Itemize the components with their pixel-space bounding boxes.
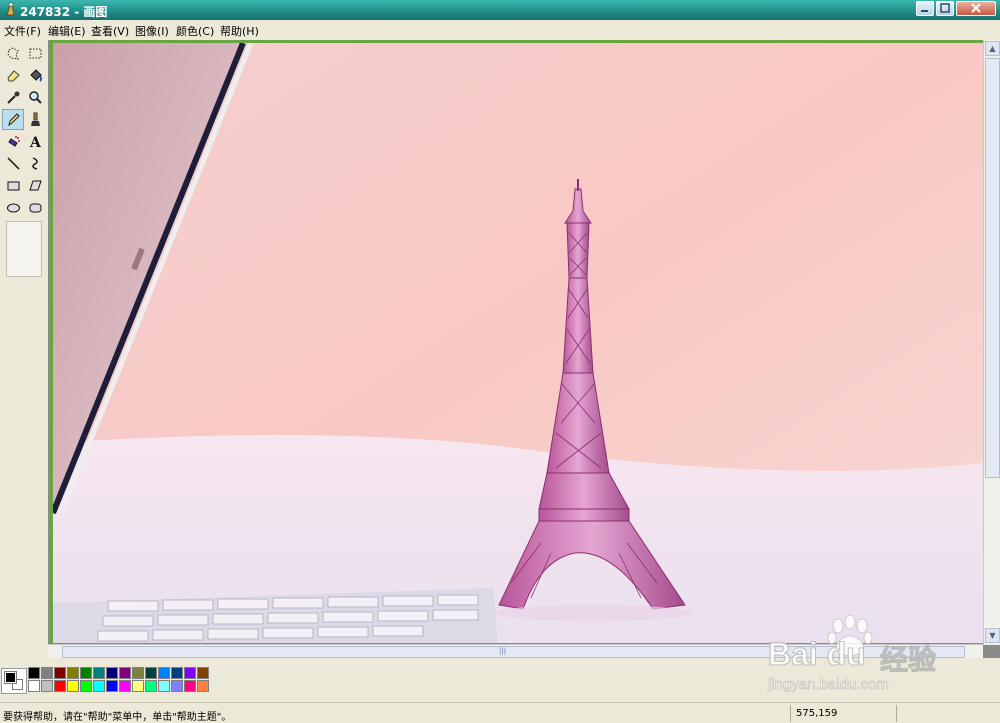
palette-swatch[interactable]	[41, 667, 53, 679]
color-picker-tool[interactable]	[2, 87, 24, 108]
palette-swatch[interactable]	[93, 680, 105, 692]
airbrush-icon	[7, 136, 20, 147]
baidu-jingyan-watermark: Bai du 经验 jingyan.baidu.com	[768, 612, 978, 708]
polygon-icon	[28, 180, 42, 191]
scroll-up-icon[interactable]: ▲	[985, 41, 1000, 56]
palette-swatch[interactable]	[93, 667, 105, 679]
palette-swatch[interactable]	[119, 667, 131, 679]
color-picker-icon	[6, 91, 19, 104]
palette-swatch[interactable]	[119, 680, 131, 692]
palette-swatch[interactable]	[67, 667, 79, 679]
magnifier-tool[interactable]	[24, 87, 46, 108]
free-form-select-icon	[6, 47, 19, 60]
pencil-icon	[7, 113, 20, 127]
rectangle-icon	[7, 181, 19, 191]
rect-select-tool[interactable]	[24, 43, 46, 64]
foreground-color-swatch	[5, 672, 16, 683]
watermark-url: jingyan.baidu.com	[768, 676, 890, 694]
vertical-scroll-thumb[interactable]	[985, 58, 1000, 478]
line-icon	[6, 157, 20, 170]
menu-colors[interactable]: 颜色(C)	[176, 23, 214, 39]
brush-tool[interactable]	[24, 109, 46, 130]
palette-swatch[interactable]	[184, 667, 196, 679]
palette-swatch[interactable]	[145, 667, 157, 679]
palette-swatch[interactable]	[171, 680, 183, 692]
palette-swatch[interactable]	[80, 680, 92, 692]
palette-swatch[interactable]	[41, 680, 53, 692]
magnifier-icon	[28, 91, 42, 104]
minimize-button[interactable]	[916, 1, 934, 16]
palette-swatch[interactable]	[197, 667, 209, 679]
window-title: 247832 - 画图	[20, 5, 108, 19]
current-colors	[1, 668, 27, 694]
tool-box: A	[0, 40, 48, 658]
svg-text:A: A	[29, 135, 42, 149]
palette-swatch[interactable]	[132, 680, 144, 692]
palette-swatch[interactable]	[132, 667, 144, 679]
rounded-rect-tool[interactable]	[24, 197, 46, 218]
curve-icon	[31, 157, 38, 170]
scroll-down-icon[interactable]: ▼	[985, 628, 1000, 643]
palette-swatch[interactable]	[67, 680, 79, 692]
vertical-scrollbar[interactable]: ▲ ▼	[983, 40, 1000, 645]
eraser-icon	[6, 70, 20, 82]
menu-help[interactable]: 帮助(H)	[220, 23, 259, 39]
line-tool[interactable]	[2, 153, 24, 174]
menu-bar: 文件(F) 编辑(E) 查看(V) 图像(I) 颜色(C) 帮助(H)	[0, 20, 1000, 39]
brush-icon	[30, 112, 40, 126]
palette-swatch[interactable]	[28, 667, 40, 679]
palette-swatch[interactable]	[158, 680, 170, 692]
rect-select-icon	[29, 48, 41, 59]
scroll-grip-icon: |||	[499, 647, 507, 655]
palette-swatch[interactable]	[54, 680, 66, 692]
polygon-tool[interactable]	[24, 175, 46, 196]
ellipse-tool[interactable]	[2, 197, 24, 218]
menu-view[interactable]: 查看(V)	[91, 23, 129, 39]
curve-tool[interactable]	[24, 153, 46, 174]
text-icon: A	[29, 135, 42, 149]
title-bar: 247832 - 画图	[0, 0, 1000, 20]
menu-edit[interactable]: 编辑(E)	[48, 23, 86, 39]
eraser-tool[interactable]	[2, 65, 24, 86]
airbrush-tool[interactable]	[2, 131, 24, 152]
palette-swatch[interactable]	[80, 667, 92, 679]
palette-swatch[interactable]	[145, 680, 157, 692]
close-button[interactable]	[956, 1, 996, 16]
palette-swatch[interactable]	[106, 667, 118, 679]
ellipse-icon	[6, 203, 20, 213]
tool-options-box[interactable]	[6, 221, 42, 277]
image-canvas[interactable]	[53, 43, 983, 643]
palette-swatch[interactable]	[28, 680, 40, 692]
text-tool[interactable]: A	[24, 131, 46, 152]
free-form-select-tool[interactable]	[2, 43, 24, 64]
maximize-button[interactable]	[936, 1, 954, 16]
canvas-area: ▲ ▼ |||	[48, 40, 1000, 658]
status-coordinates: 575,159	[796, 708, 838, 719]
pencil-tool[interactable]	[2, 109, 24, 130]
palette-swatch[interactable]	[54, 667, 66, 679]
palette-swatch[interactable]	[106, 680, 118, 692]
watermark-brand-cn: 经验	[879, 643, 937, 677]
menu-image[interactable]: 图像(I)	[135, 23, 169, 39]
eiffel-tower-photo	[53, 43, 983, 643]
paint-app-icon	[6, 2, 15, 16]
menu-file[interactable]: 文件(F)	[4, 23, 41, 39]
palette-swatch[interactable]	[184, 680, 196, 692]
fill-tool[interactable]	[24, 65, 46, 86]
palette-swatch[interactable]	[197, 680, 209, 692]
fill-bucket-icon	[29, 69, 42, 82]
watermark-brand: Bai du	[768, 636, 867, 673]
palette-swatch[interactable]	[171, 667, 183, 679]
rounded-rect-icon	[29, 203, 41, 213]
palette-swatch[interactable]	[158, 667, 170, 679]
rectangle-tool[interactable]	[2, 175, 24, 196]
status-help-text: 要获得帮助，请在"帮助"菜单中，单击"帮助主题"。	[3, 712, 232, 723]
